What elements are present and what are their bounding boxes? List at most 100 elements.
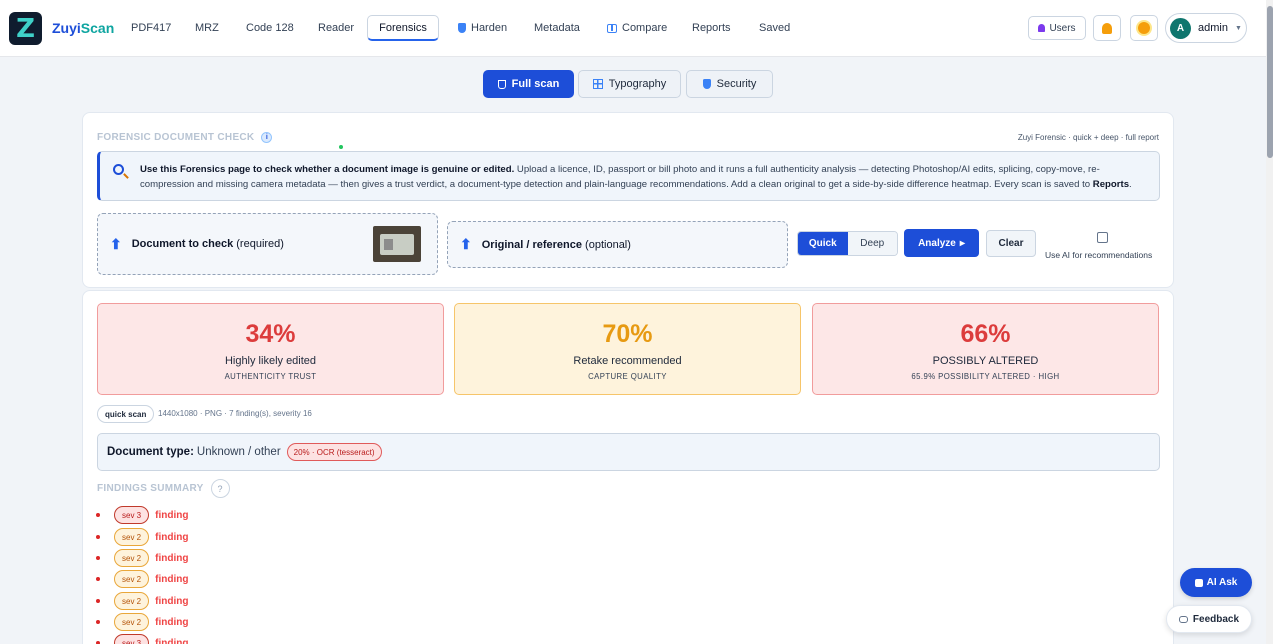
metric-label: Highly likely edited: [224, 355, 317, 367]
reference-upload-dropzone[interactable]: ⬆ Original / reference (optional): [447, 221, 788, 268]
chevron-down-icon: ▼: [1234, 24, 1242, 32]
ai-ask-button[interactable]: AI Ask: [1180, 568, 1252, 597]
finding-item[interactable]: sev 2 finding: [96, 570, 188, 588]
tab-label: Security: [716, 78, 757, 90]
document-upload-dropzone[interactable]: ⬆ Document to check (required): [97, 213, 438, 275]
sun-icon: [1138, 22, 1150, 34]
section-title: FORENSIC DOCUMENT CHECK i: [97, 132, 273, 143]
quick-mode-button[interactable]: Quick: [798, 232, 848, 255]
authenticity-metric: 34% Highly likely edited AUTHENTICITY TR…: [97, 303, 444, 395]
severity-badge: sev 2: [114, 613, 150, 631]
results-card: 34% Highly likely edited AUTHENTICITY TR…: [82, 290, 1174, 644]
finding-item[interactable]: sev 2 finding: [96, 613, 188, 631]
nav-label: Code 128: [246, 22, 294, 34]
nav-code128[interactable]: Code 128: [234, 15, 306, 41]
ai-recommendations-checkbox[interactable]: [1097, 232, 1108, 243]
metric-sublabel: 65.9% POSSIBILITY ALTERED · HIGH: [911, 372, 1060, 381]
bullet: [96, 599, 100, 603]
info-icon[interactable]: i: [261, 132, 273, 143]
bullet: [96, 620, 100, 624]
severity-badge: sev 2: [114, 549, 150, 567]
check-subtitle: Zuyi Forensic · quick + deep · full repo…: [1017, 133, 1159, 142]
nav-label: PDF417: [131, 22, 172, 34]
flask-icon: [497, 79, 506, 89]
ai-ask-label: AI Ask: [1206, 577, 1238, 588]
tab-security[interactable]: Security: [686, 70, 773, 98]
shield-icon: [702, 79, 711, 89]
compare-icon: [607, 23, 617, 33]
help-icon[interactable]: ?: [210, 479, 230, 498]
play-icon: ▸: [959, 237, 965, 249]
top-navbar: Z ZuyiScan PDF417 MRZ Code 128 Reader Fo…: [0, 0, 1266, 57]
user-icon: [1038, 24, 1046, 32]
tab-full-scan[interactable]: Full scan: [483, 70, 574, 98]
severity-badge: sev 3: [114, 634, 150, 644]
findings-title-text: FINDINGS SUMMARY: [97, 483, 204, 494]
dropzone-label: Document to check (required): [132, 238, 284, 250]
nav-mrz[interactable]: MRZ: [183, 15, 231, 41]
nav-compare[interactable]: Compare: [595, 15, 679, 41]
finding-item[interactable]: sev 2 finding: [96, 549, 188, 567]
deep-mode-button[interactable]: Deep: [847, 232, 897, 255]
ocr-confidence-badge: 20% · OCR (tesseract): [286, 443, 382, 461]
document-type-panel: Document type: Unknown / other 20% · OCR…: [97, 433, 1160, 471]
nav-forensics[interactable]: Forensics: [367, 15, 439, 41]
nav-label: MRZ: [195, 22, 219, 34]
finding-item[interactable]: sev 2 finding: [96, 592, 188, 610]
document-thumbnail[interactable]: [373, 226, 421, 262]
dropzone-title: Document to check: [131, 238, 234, 250]
metric-value: 70%: [602, 320, 653, 348]
finding-item[interactable]: sev 2 finding: [96, 528, 188, 546]
dropzone-hint: (optional): [582, 238, 631, 251]
finding-text: finding: [155, 595, 189, 607]
scan-meta: 1440x1080 · PNG · 7 finding(s), severity…: [158, 409, 312, 418]
account-menu[interactable]: A admin ▼: [1165, 13, 1247, 43]
robot-icon: [1194, 578, 1203, 587]
scrollbar-thumb[interactable]: [1267, 6, 1273, 158]
logo[interactable]: Z: [9, 12, 42, 45]
severity-badge: sev 2: [114, 592, 150, 610]
tab-typography[interactable]: Typography: [578, 70, 681, 98]
tab-label: Typography: [608, 78, 667, 90]
help-text: Use this Forensics page to check whether…: [140, 162, 1150, 192]
nav-reader[interactable]: Reader: [306, 15, 366, 41]
finding-item[interactable]: sev 3 finding: [96, 634, 188, 644]
metric-sublabel: AUTHENTICITY TRUST: [224, 372, 317, 381]
finding-text: finding: [155, 637, 189, 644]
notifications-button[interactable]: [1093, 15, 1121, 41]
help-text-bold: Use this Forensics page to check whether…: [140, 164, 515, 175]
theme-toggle-button[interactable]: [1130, 15, 1158, 41]
nav-harden[interactable]: Harden: [446, 15, 519, 41]
account-name: admin: [1198, 22, 1228, 34]
nav-label: Reader: [318, 22, 355, 34]
section-title-text: FORENSIC DOCUMENT CHECK: [97, 132, 255, 143]
finding-text: finding: [155, 573, 189, 585]
metric-label: POSSIBLY ALTERED: [932, 355, 1039, 367]
reports-link[interactable]: Reports: [1093, 179, 1129, 190]
metric-value: 66%: [960, 320, 1011, 348]
finding-text: finding: [155, 616, 189, 628]
metric-value: 34%: [245, 320, 296, 348]
upload-icon: ⬆: [460, 236, 472, 252]
clear-button[interactable]: Clear: [986, 230, 1036, 257]
scan-type-badge: quick scan: [97, 405, 155, 423]
nav-metadata[interactable]: Metadata: [522, 15, 592, 41]
finding-item[interactable]: sev 3 finding: [96, 506, 188, 524]
feedback-button[interactable]: Feedback: [1166, 605, 1252, 633]
ai-recommendations-label[interactable]: Use AI for recommendations: [1045, 250, 1152, 260]
nav-label: Forensics: [379, 21, 427, 34]
grid-icon: [592, 79, 603, 89]
brand-name-part2: Scan: [80, 20, 115, 36]
brand-name[interactable]: ZuyiScan: [52, 20, 114, 36]
nav-reports[interactable]: Reports: [680, 15, 743, 41]
analyze-button[interactable]: Analyze ▸: [904, 229, 979, 257]
bullet: [96, 577, 100, 581]
nav-label: Saved: [759, 22, 791, 34]
forensic-check-card: FORENSIC DOCUMENT CHECK i Zuyi Forensic …: [82, 112, 1174, 288]
findings-title: FINDINGS SUMMARY ?: [97, 479, 230, 498]
nav-pdf417[interactable]: PDF417: [119, 15, 183, 41]
nav-saved[interactable]: Saved: [747, 15, 802, 41]
users-button[interactable]: Users: [1028, 16, 1086, 40]
severity-badge: sev 2: [114, 570, 150, 588]
bullet: [96, 556, 100, 560]
